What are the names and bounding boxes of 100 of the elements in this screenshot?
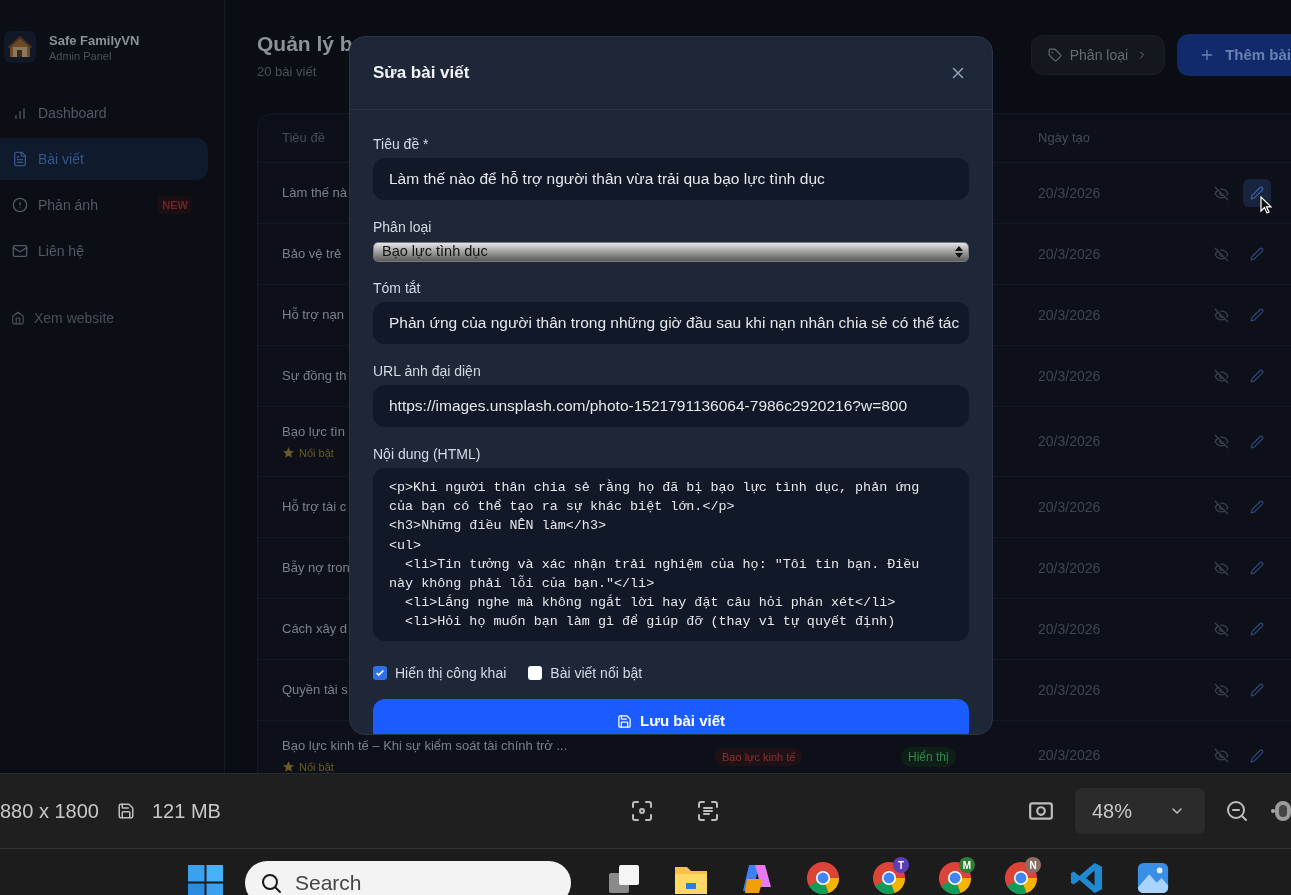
category-tag: Bạo lực kinh tế	[715, 747, 803, 766]
alert-circle-icon	[12, 197, 28, 213]
new-badge: NEW	[158, 195, 192, 215]
eye-off-icon	[1213, 434, 1229, 449]
category-button[interactable]: Phân loại	[1030, 35, 1166, 75]
post-title: Bạo lực tìn	[282, 423, 345, 441]
eye-off-icon	[1213, 621, 1229, 637]
check-icon	[375, 668, 385, 678]
pencil-icon	[1250, 500, 1264, 514]
post-title: Sự đồng th	[282, 367, 347, 386]
pencil-icon	[1250, 748, 1264, 763]
eye-off-icon	[1213, 499, 1229, 515]
pencil-icon	[1250, 561, 1264, 575]
eye-off-icon	[1213, 368, 1229, 384]
date-cell-text: 20/3/2026	[1038, 746, 1102, 765]
nav-item[interactable]: Liên hệ	[0, 230, 208, 272]
date-cell-text: 20/3/2026	[1038, 432, 1102, 451]
post-title: Quyền tài s	[282, 681, 348, 700]
pencil-icon	[1250, 434, 1264, 449]
windows-start-icon[interactable]	[188, 865, 223, 895]
text-field[interactable]: Làm thế nào để hỗ trợ người thân vừa trải qua bạo lực tình dục	[373, 158, 969, 200]
eye-off-icon	[1213, 682, 1229, 698]
field-label: Tiêu đề *	[373, 135, 430, 153]
category-select[interactable]: Bạo lực tình dục	[373, 242, 969, 262]
brand-name: Safe FamilyVN	[49, 31, 140, 49]
save-icon	[117, 802, 135, 820]
pencil-icon	[1250, 622, 1264, 636]
photos-icon[interactable]	[1135, 861, 1171, 895]
status-tag: Hiển thị	[901, 746, 956, 767]
featured-label: Nổi bật	[282, 444, 334, 461]
date-cell-text: 20/3/2026	[1038, 244, 1102, 264]
checkbox[interactable]	[528, 666, 543, 680]
image-dimensions: 880 x 1800	[0, 799, 99, 824]
zoom-out-icon[interactable]	[1224, 799, 1249, 823]
eye-off-icon	[1213, 748, 1229, 763]
save-post-button[interactable]: Lưu bài viết	[373, 699, 969, 734]
edit-button[interactable]	[1243, 179, 1271, 207]
featured-label: Nổi bật	[282, 758, 334, 773]
add-post-button[interactable]: Thêm bài	[1177, 34, 1291, 76]
checkbox-label: Bài viết nổi bật	[550, 663, 643, 683]
eye-off-icon	[1213, 560, 1229, 576]
star-icon	[282, 760, 295, 773]
field-label: Phân loại	[373, 218, 433, 236]
pencil-icon	[1250, 186, 1264, 200]
focus-icon[interactable]	[629, 799, 654, 823]
document-icon	[12, 151, 28, 167]
tag-icon	[1047, 48, 1062, 62]
pencil-icon	[1250, 369, 1264, 383]
search-icon	[259, 871, 283, 895]
post-title: Hỗ trợ tài c	[282, 498, 347, 517]
bar-chart-icon	[12, 105, 28, 121]
text-field[interactable]: https://images.unsplash.com/photo-1521791136064-7986c2920216?w=800	[373, 385, 969, 427]
post-title: Bẫy nợ tron	[282, 559, 350, 578]
brand-subtitle: Admin Panel	[49, 48, 113, 63]
save-icon	[616, 713, 632, 729]
post-title: Làm thế nà	[282, 184, 348, 203]
date-cell-text: 20/3/2026	[1038, 497, 1102, 517]
checkbox-label: Hiển thị công khai	[395, 663, 507, 683]
chrome-icon[interactable]	[937, 861, 973, 895]
post-title: Bạo lực kinh tế – Khi sự kiểm soát tài chính trở ...	[282, 737, 568, 755]
zoom-dropdown[interactable]: 48%	[1074, 788, 1205, 834]
date-cell-text: 20/3/2026	[1038, 558, 1102, 578]
text-scan-icon[interactable]	[695, 799, 720, 823]
profile-badge: N	[1025, 857, 1041, 873]
column-header: Tiêu đề	[282, 130, 325, 146]
nav-item[interactable]: Phản ánh NEW	[0, 184, 208, 226]
post-title: Bảo vệ trẻ	[282, 245, 342, 264]
date-cell-text: 20/3/2026	[1038, 183, 1102, 203]
chrome-icon[interactable]	[1003, 861, 1039, 895]
eye-off-icon	[1213, 185, 1229, 201]
up-down-arrows-icon	[954, 245, 964, 259]
pencil-icon	[1250, 247, 1264, 261]
home-icon	[11, 311, 25, 325]
house-logo-icon	[4, 31, 36, 63]
file-size: 121 MB	[152, 799, 221, 824]
profile-badge: M	[959, 857, 975, 873]
post-title: Cách xây d	[282, 620, 348, 639]
chrome-icon[interactable]	[805, 861, 841, 895]
column-header: Ngày tạo	[1038, 129, 1091, 148]
date-cell-text: 20/3/2026	[1038, 680, 1102, 700]
date-cell-text: 20/3/2026	[1038, 305, 1102, 325]
pencil-icon	[1250, 308, 1264, 322]
post-title: Hỗ trợ nạn	[282, 306, 344, 325]
field-label: Nội dung (HTML)	[373, 445, 482, 463]
date-cell-text: 20/3/2026	[1038, 366, 1102, 386]
star-icon	[282, 446, 295, 460]
field-label: URL ảnh đại diện	[373, 362, 482, 380]
dialog-title: Sửa bài viết	[373, 62, 470, 85]
field-label: Tóm tắt	[373, 279, 422, 297]
nav-item[interactable]: Dashboard	[0, 92, 208, 134]
date-cell-text: 20/3/2026	[1038, 619, 1102, 639]
eye-off-icon	[1213, 246, 1229, 262]
profile-badge: T	[893, 857, 909, 873]
eye-off-icon	[1213, 307, 1229, 323]
post-count: 20 bài viết	[257, 63, 318, 81]
code-editor-icon[interactable]	[1069, 861, 1105, 895]
taskbar-search-field[interactable]: Search	[245, 861, 571, 895]
pencil-icon	[1250, 683, 1264, 697]
checkbox[interactable]	[373, 666, 387, 680]
text-field[interactable]: Phản ứng của người thân trong những giờ đầu sau khi nạn nhân chia sẻ có thể tác	[373, 302, 969, 344]
